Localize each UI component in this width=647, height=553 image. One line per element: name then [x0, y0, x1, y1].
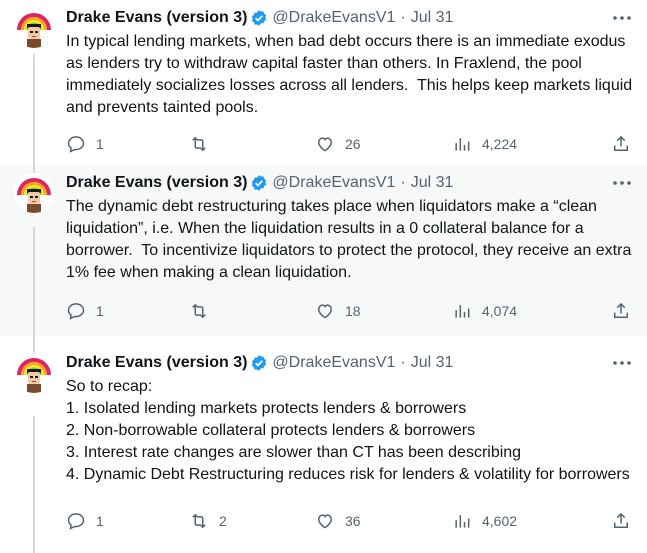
- views-icon: [455, 305, 470, 318]
- like-icon: [317, 514, 333, 529]
- views-icon: [455, 515, 470, 528]
- more-icon[interactable]: [611, 353, 633, 373]
- reply-icon: [67, 136, 85, 153]
- avatar[interactable]: [14, 173, 54, 213]
- retweet-icon: [192, 303, 206, 319]
- views-button[interactable]: 4,074: [452, 301, 517, 321]
- avatar[interactable]: [14, 8, 54, 48]
- tweet-text: So to recap: 1. Isolated lending markets…: [66, 378, 630, 483]
- reply-button[interactable]: 1: [66, 301, 104, 321]
- views-count: 4,224: [482, 136, 518, 152]
- share-icon[interactable]: [611, 301, 631, 326]
- like-count: 36: [345, 513, 361, 529]
- thread-line: [33, 54, 35, 173]
- reply-button[interactable]: 1: [66, 511, 104, 531]
- views-button[interactable]: 4,602: [452, 511, 517, 531]
- like-count: 18: [345, 303, 361, 319]
- separator-dot: ·: [400, 354, 406, 371]
- tweet-text: The dynamic debt restructuring takes pla…: [66, 198, 636, 281]
- share-icon[interactable]: [611, 511, 631, 536]
- avatar[interactable]: [14, 353, 54, 393]
- verified-badge-icon: [250, 9, 268, 27]
- author-name[interactable]: Drake Evans (version 3): [66, 353, 247, 373]
- retweet-icon: [192, 513, 206, 529]
- like-button[interactable]: 18: [315, 301, 361, 321]
- views-count: 4,074: [482, 303, 518, 319]
- like-count: 26: [345, 136, 361, 152]
- views-button[interactable]: 4,224: [452, 134, 517, 154]
- retweet-count: 2: [219, 513, 227, 529]
- like-button[interactable]: 36: [315, 511, 361, 531]
- tweet-text: In typical lending markets, when bad deb…: [66, 33, 637, 116]
- reply-button[interactable]: 1: [66, 134, 104, 154]
- author-handle[interactable]: @DrakeEvansV1: [272, 8, 395, 28]
- tweet-2[interactable]: Drake Evans (version 3) @DrakeEvansV1 · …: [0, 165, 647, 344]
- reply-count: 1: [96, 136, 104, 152]
- more-icon[interactable]: [611, 8, 633, 28]
- author-name[interactable]: Drake Evans (version 3): [66, 8, 247, 28]
- reply-count: 1: [96, 303, 104, 319]
- separator-dot: ·: [400, 9, 406, 26]
- verified-badge-icon: [250, 174, 268, 192]
- like-icon: [317, 137, 333, 152]
- separator-dot: ·: [400, 174, 406, 191]
- tweet-1[interactable]: Drake Evans (version 3) @DrakeEvansV1 · …: [0, 0, 647, 173]
- author-name[interactable]: Drake Evans (version 3): [66, 173, 247, 193]
- share-icon[interactable]: [611, 134, 631, 159]
- reply-icon: [67, 513, 85, 530]
- retweet-button[interactable]: [189, 134, 219, 154]
- retweet-icon: [192, 136, 206, 152]
- tweet-3[interactable]: Drake Evans (version 3) @DrakeEvansV1 · …: [0, 336, 647, 553]
- views-count: 4,602: [482, 513, 518, 529]
- thread-line: [33, 416, 35, 553]
- author-handle[interactable]: @DrakeEvansV1: [272, 353, 395, 373]
- thread-line: [33, 227, 35, 344]
- tweet-date[interactable]: Jul 31: [411, 8, 454, 28]
- retweet-button[interactable]: [189, 301, 219, 321]
- tweet-date[interactable]: Jul 31: [411, 353, 454, 373]
- thread-line: [33, 336, 35, 353]
- reply-count: 1: [96, 513, 104, 529]
- like-icon: [317, 304, 333, 319]
- views-icon: [455, 138, 470, 151]
- reply-icon: [67, 303, 85, 320]
- tweet-date[interactable]: Jul 31: [411, 173, 454, 193]
- like-button[interactable]: 26: [315, 134, 361, 154]
- more-icon[interactable]: [611, 173, 633, 193]
- retweet-button[interactable]: 2: [189, 511, 227, 531]
- thread-line: [33, 165, 35, 173]
- author-handle[interactable]: @DrakeEvansV1: [272, 173, 395, 193]
- verified-badge-icon: [250, 354, 268, 372]
